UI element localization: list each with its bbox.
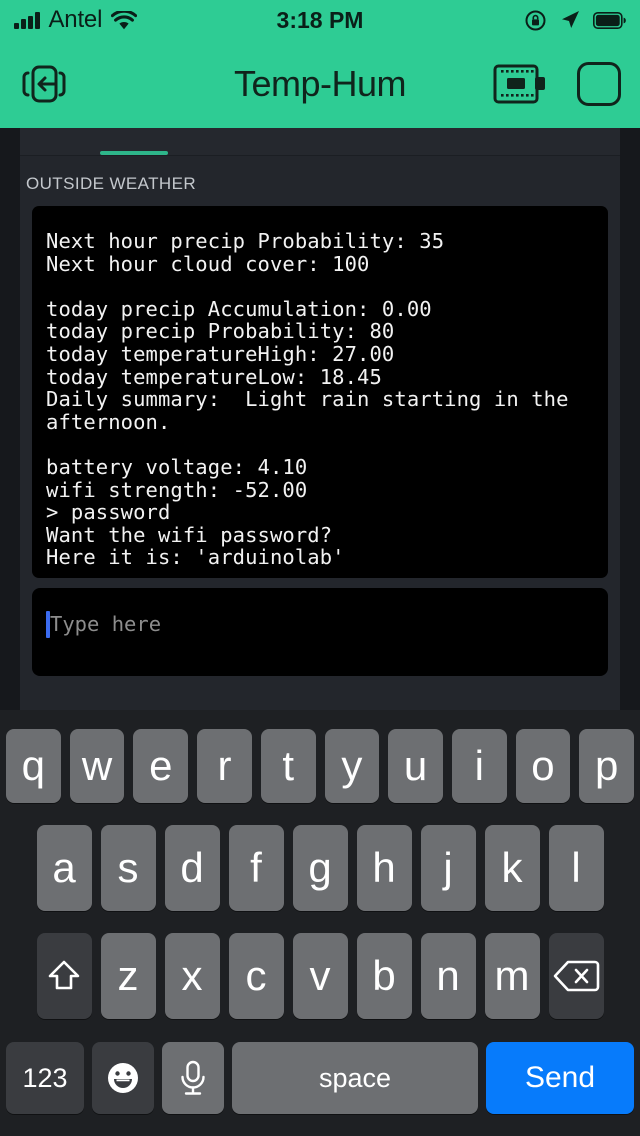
input-placeholder: Type here (50, 612, 162, 636)
status-bar: Antel 3:18 PM (0, 0, 640, 40)
key-l[interactable]: l (548, 825, 604, 911)
backspace-delete-icon[interactable] (548, 933, 604, 1019)
numbers-key[interactable]: 123 (6, 1042, 84, 1114)
key-c[interactable]: c (228, 933, 284, 1019)
section-label: OUTSIDE WEATHER (26, 174, 197, 193)
keyboard-row-3: z x c v b n m (0, 922, 640, 1030)
key-o[interactable]: o (515, 729, 571, 803)
navigation-bar-actions (492, 60, 622, 108)
app-root: Antel 3:18 PM Temp-Hum OUTSIDE WEATHER N… (0, 0, 640, 1136)
rounded-square-icon[interactable] (576, 61, 622, 107)
key-r[interactable]: r (197, 729, 252, 803)
key-g[interactable]: g (292, 825, 348, 911)
key-b[interactable]: b (356, 933, 412, 1019)
keyboard-row-1: q w e r t y u i o p (0, 718, 640, 814)
key-t[interactable]: t (260, 729, 316, 803)
panel-inner: Next hour precip Probability: 35 Next ho… (20, 206, 620, 676)
status-bar-right (524, 9, 626, 32)
weather-panel: OUTSIDE WEATHER Next hour precip Probabi… (20, 128, 620, 710)
key-y[interactable]: y (324, 729, 380, 803)
terminal-text: Next hour precip Probability: 35 Next ho… (46, 229, 569, 570)
terminal-output[interactable]: Next hour precip Probability: 35 Next ho… (32, 206, 608, 578)
space-key[interactable]: space (232, 1042, 478, 1114)
cellular-bars-icon (14, 11, 40, 29)
wifi-icon (111, 10, 138, 30)
key-x[interactable]: x (164, 933, 220, 1019)
key-a[interactable]: a (36, 825, 92, 911)
key-h[interactable]: h (356, 825, 412, 911)
carrier-label: Antel (48, 6, 103, 33)
key-s[interactable]: s (100, 825, 156, 911)
key-i[interactable]: i (451, 729, 507, 803)
status-bar-left: Antel (14, 6, 138, 34)
key-q[interactable]: q (5, 729, 61, 803)
microcontroller-board-icon[interactable] (492, 60, 548, 108)
key-z[interactable]: z (100, 933, 156, 1019)
key-e[interactable]: e (133, 729, 189, 803)
send-button[interactable]: Send (486, 1042, 634, 1114)
key-u[interactable]: u (388, 729, 443, 803)
key-p[interactable]: p (579, 729, 635, 803)
key-f[interactable]: f (228, 825, 284, 911)
key-d[interactable]: d (164, 825, 220, 911)
on-screen-keyboard: q w e r t y u i o p a s d f g h j k l z … (0, 710, 640, 1136)
shift-arrow-icon[interactable] (36, 933, 92, 1019)
microphone-icon[interactable] (162, 1042, 224, 1114)
message-input[interactable]: Type here (32, 588, 608, 676)
key-j[interactable]: j (420, 825, 476, 911)
rotation-lock-icon (524, 9, 547, 32)
key-v[interactable]: v (292, 933, 348, 1019)
active-tab-indicator[interactable] (100, 151, 168, 155)
keyboard-row-2: a s d f g h j k l (0, 814, 640, 922)
key-n[interactable]: n (420, 933, 476, 1019)
tab-strip (20, 128, 620, 156)
content-area: OUTSIDE WEATHER Next hour precip Probabi… (0, 128, 640, 710)
emoji-smiley-icon[interactable] (92, 1042, 154, 1114)
key-w[interactable]: w (69, 729, 125, 803)
exit-left-icon[interactable] (18, 58, 70, 110)
navigation-bar: Temp-Hum (0, 40, 640, 128)
key-m[interactable]: m (484, 933, 540, 1019)
keyboard-row-4: 123 space Send (0, 1030, 640, 1126)
battery-full-icon (593, 11, 626, 29)
key-k[interactable]: k (484, 825, 540, 911)
location-arrow-icon (559, 9, 581, 31)
